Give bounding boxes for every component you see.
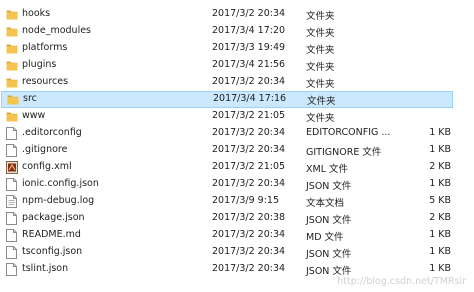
file-type: 文件夹 [306, 113, 335, 124]
file-size: 2 KB [429, 161, 451, 172]
file-row[interactable]: resources 2017/3/2 20:34 文件夹 [0, 74, 474, 91]
file-type: JSON 文件 [306, 215, 352, 226]
file-row[interactable]: src 2017/3/4 17:16 文件夹 [1, 91, 453, 108]
file-size: 1 KB [429, 229, 451, 240]
watermark: http://blog.csdn.net/TMRsir [337, 276, 466, 287]
file-icon [6, 178, 18, 191]
file-name: tsconfig.json [22, 246, 83, 257]
xml-file-icon [6, 161, 18, 174]
file-row[interactable]: ionic.config.json 2017/3/2 20:34 JSON 文件 1 … [0, 176, 474, 193]
file-name: platforms [22, 42, 68, 53]
file-size: 1 KB [429, 144, 451, 155]
file-icon [6, 127, 18, 140]
file-type: JSON 文件 [306, 181, 352, 192]
file-type: EDITORCONFIG ... [306, 127, 391, 138]
file-row[interactable]: README.md 2017/3/2 20:34 MD 文件 1 KB [0, 227, 474, 244]
file-name: src [23, 93, 37, 104]
file-type: JSON 文件 [306, 266, 352, 277]
file-size: 1 KB [429, 127, 451, 138]
file-icon [6, 263, 18, 276]
file-row[interactable]: hooks 2017/3/2 20:34 文件夹 [0, 6, 474, 23]
file-name: resources [22, 76, 69, 87]
file-type: 文件夹 [306, 45, 335, 56]
file-date-modified: 2017/3/2 20:34 [212, 144, 286, 155]
file-size: 5 KB [429, 195, 451, 206]
file-date-modified: 2017/3/2 20:34 [212, 246, 286, 257]
file-icon [6, 246, 18, 259]
file-date-modified: 2017/3/2 20:34 [212, 76, 286, 87]
file-type: 文件夹 [306, 28, 335, 39]
folder-icon [6, 110, 18, 123]
file-name: hooks [22, 8, 51, 19]
folder-icon [6, 42, 18, 55]
file-row[interactable]: tsconfig.json 2017/3/2 20:34 JSON 文件 1 KB [0, 244, 474, 261]
file-name: tslint.json [22, 263, 69, 274]
text-file-icon [6, 195, 18, 208]
file-type: GITIGNORE 文件 [306, 147, 382, 158]
file-date-modified: 2017/3/2 20:34 [212, 263, 286, 274]
file-date-modified: 2017/3/4 21:56 [212, 59, 286, 70]
file-type: 文件夹 [306, 11, 335, 22]
file-type: 文件夹 [307, 96, 336, 107]
file-row[interactable]: platforms 2017/3/3 19:49 文件夹 [0, 40, 474, 57]
file-row[interactable]: config.xml 2017/3/2 21:05 XML 文件 2 KB [0, 159, 474, 176]
file-date-modified: 2017/3/2 20:34 [212, 127, 286, 138]
file-row[interactable]: .gitignore 2017/3/2 20:34 GITIGNORE 文件 1 KB [0, 142, 474, 159]
file-date-modified: 2017/3/2 20:38 [212, 212, 286, 223]
file-icon [6, 212, 18, 225]
file-row[interactable]: node_modules 2017/3/4 17:20 文件夹 [0, 23, 474, 40]
file-size: 1 KB [429, 178, 451, 189]
file-name: .editorconfig [22, 127, 82, 138]
file-date-modified: 2017/3/2 21:05 [212, 161, 286, 172]
file-name: config.xml [22, 161, 72, 172]
file-name: ionic.config.json [22, 178, 99, 189]
file-date-modified: 2017/3/2 20:34 [212, 229, 286, 240]
file-type: 文件夹 [306, 62, 335, 73]
file-type: 文件夹 [306, 79, 335, 90]
file-date-modified: 2017/3/9 9:15 [212, 195, 280, 206]
folder-icon [6, 59, 18, 72]
file-icon [6, 144, 18, 157]
file-date-modified: 2017/3/4 17:20 [212, 25, 286, 36]
file-size: 1 KB [429, 263, 451, 274]
file-name: package.json [22, 212, 85, 223]
file-name: node_modules [22, 25, 92, 36]
file-name: .gitignore [22, 144, 68, 155]
file-row[interactable]: plugins 2017/3/4 21:56 文件夹 [0, 57, 474, 74]
file-date-modified: 2017/3/3 19:49 [212, 42, 286, 53]
file-list: hooks 2017/3/2 20:34 文件夹 node_modules 2017/3… [0, 6, 474, 278]
file-size: 1 KB [429, 246, 451, 257]
file-row[interactable]: npm-debug.log 2017/3/9 9:15 文本文档 5 KB [0, 193, 474, 210]
file-name: plugins [22, 59, 57, 70]
file-type: JSON 文件 [306, 249, 352, 260]
folder-icon [6, 76, 18, 89]
folder-icon [7, 93, 19, 106]
file-date-modified: 2017/3/2 20:34 [212, 8, 286, 19]
file-date-modified: 2017/3/4 17:16 [213, 93, 287, 104]
file-type: XML 文件 [306, 164, 349, 175]
file-date-modified: 2017/3/2 20:34 [212, 178, 286, 189]
file-row[interactable]: www 2017/3/2 21:05 文件夹 [0, 108, 474, 125]
file-name: npm-debug.log [22, 195, 95, 206]
file-date-modified: 2017/3/2 21:05 [212, 110, 286, 121]
file-name: README.md [22, 229, 81, 240]
file-name: www [22, 110, 46, 121]
file-row[interactable]: package.json 2017/3/2 20:38 JSON 文件 2 KB [0, 210, 474, 227]
file-size: 2 KB [429, 212, 451, 223]
file-type: MD 文件 [306, 232, 344, 243]
folder-icon [6, 8, 18, 21]
file-icon [6, 229, 18, 242]
folder-icon [6, 25, 18, 38]
file-type: 文本文档 [306, 198, 345, 209]
file-row[interactable]: .editorconfig 2017/3/2 20:34 EDITORCONFIG … [0, 125, 474, 142]
